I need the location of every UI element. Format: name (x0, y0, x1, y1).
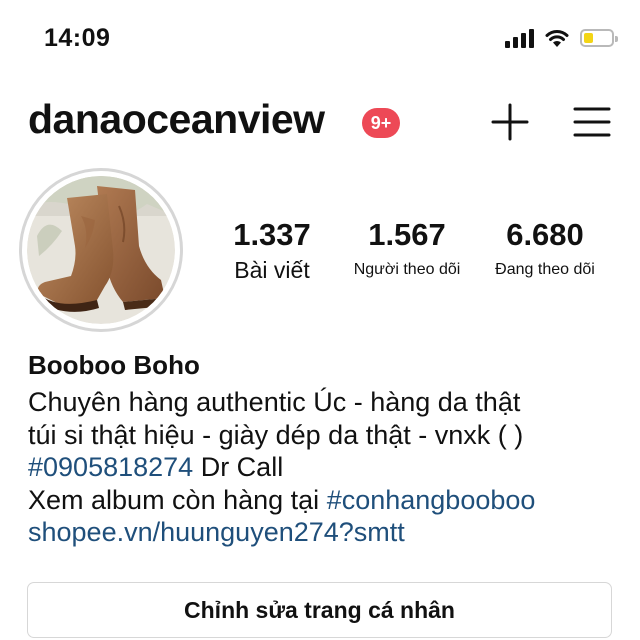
followers-count-value: 1.567 (368, 217, 446, 252)
display-name: Booboo Boho (28, 350, 200, 380)
posts-count-label: Bài viết (234, 257, 310, 283)
bio-line: túi si thật hiệu - giày dép da thật - vn… (28, 419, 524, 450)
edit-profile-button[interactable]: Chỉnh sửa trang cá nhân (27, 582, 612, 638)
following-count-value: 6.680 (506, 217, 584, 252)
followers-count[interactable]: 1.567 Người theo dõi (342, 218, 472, 284)
notification-badge[interactable]: 9+ (362, 108, 400, 138)
profile-username[interactable]: danaoceanview (28, 96, 325, 143)
posts-count-value: 1.337 (233, 217, 311, 252)
plus-icon (491, 103, 529, 141)
bio-text: Xem album còn hàng tại (28, 484, 327, 515)
wifi-icon (545, 30, 569, 47)
bio-text: Dr Call (193, 452, 284, 482)
followers-count-label: Người theo dõi (353, 261, 461, 278)
bio-line: #0905818274 Dr Call (28, 451, 628, 484)
phone-hashtag-link[interactable]: #0905818274 (28, 452, 193, 482)
add-post-button[interactable] (488, 100, 532, 144)
bio-line: Chuyên hàng authentic Úc - hàng da thật (28, 387, 521, 417)
cellular-signal-icon (505, 28, 534, 48)
posts-count[interactable]: 1.337 Bài viết (212, 218, 332, 284)
battery-nub (615, 36, 618, 42)
album-hashtag-link[interactable]: #conhangbooboo (327, 485, 536, 515)
website-link[interactable]: shopee.vn/huunguyen274?smtt (28, 516, 628, 549)
status-time: 14:09 (44, 24, 111, 52)
profile-bio: Chuyên hàng authentic Úc - hàng da thật … (28, 386, 628, 549)
following-count[interactable]: 6.680 Đang theo dõi (478, 218, 612, 284)
avatar[interactable] (19, 168, 183, 332)
battery-level (584, 33, 593, 43)
battery-low-icon (580, 29, 618, 47)
menu-button[interactable] (570, 100, 614, 144)
bio-line: Xem album còn hàng tại #conhangbooboo (28, 484, 628, 517)
following-count-label: Đang theo dõi (495, 261, 595, 278)
status-icons (505, 28, 618, 48)
hamburger-menu-icon (573, 107, 611, 137)
profile-screen: 14:09 danaoceanview 9+ 1.337 Bài viết 1.… (0, 0, 640, 640)
profile-photo-cowboy-boots (27, 176, 175, 324)
